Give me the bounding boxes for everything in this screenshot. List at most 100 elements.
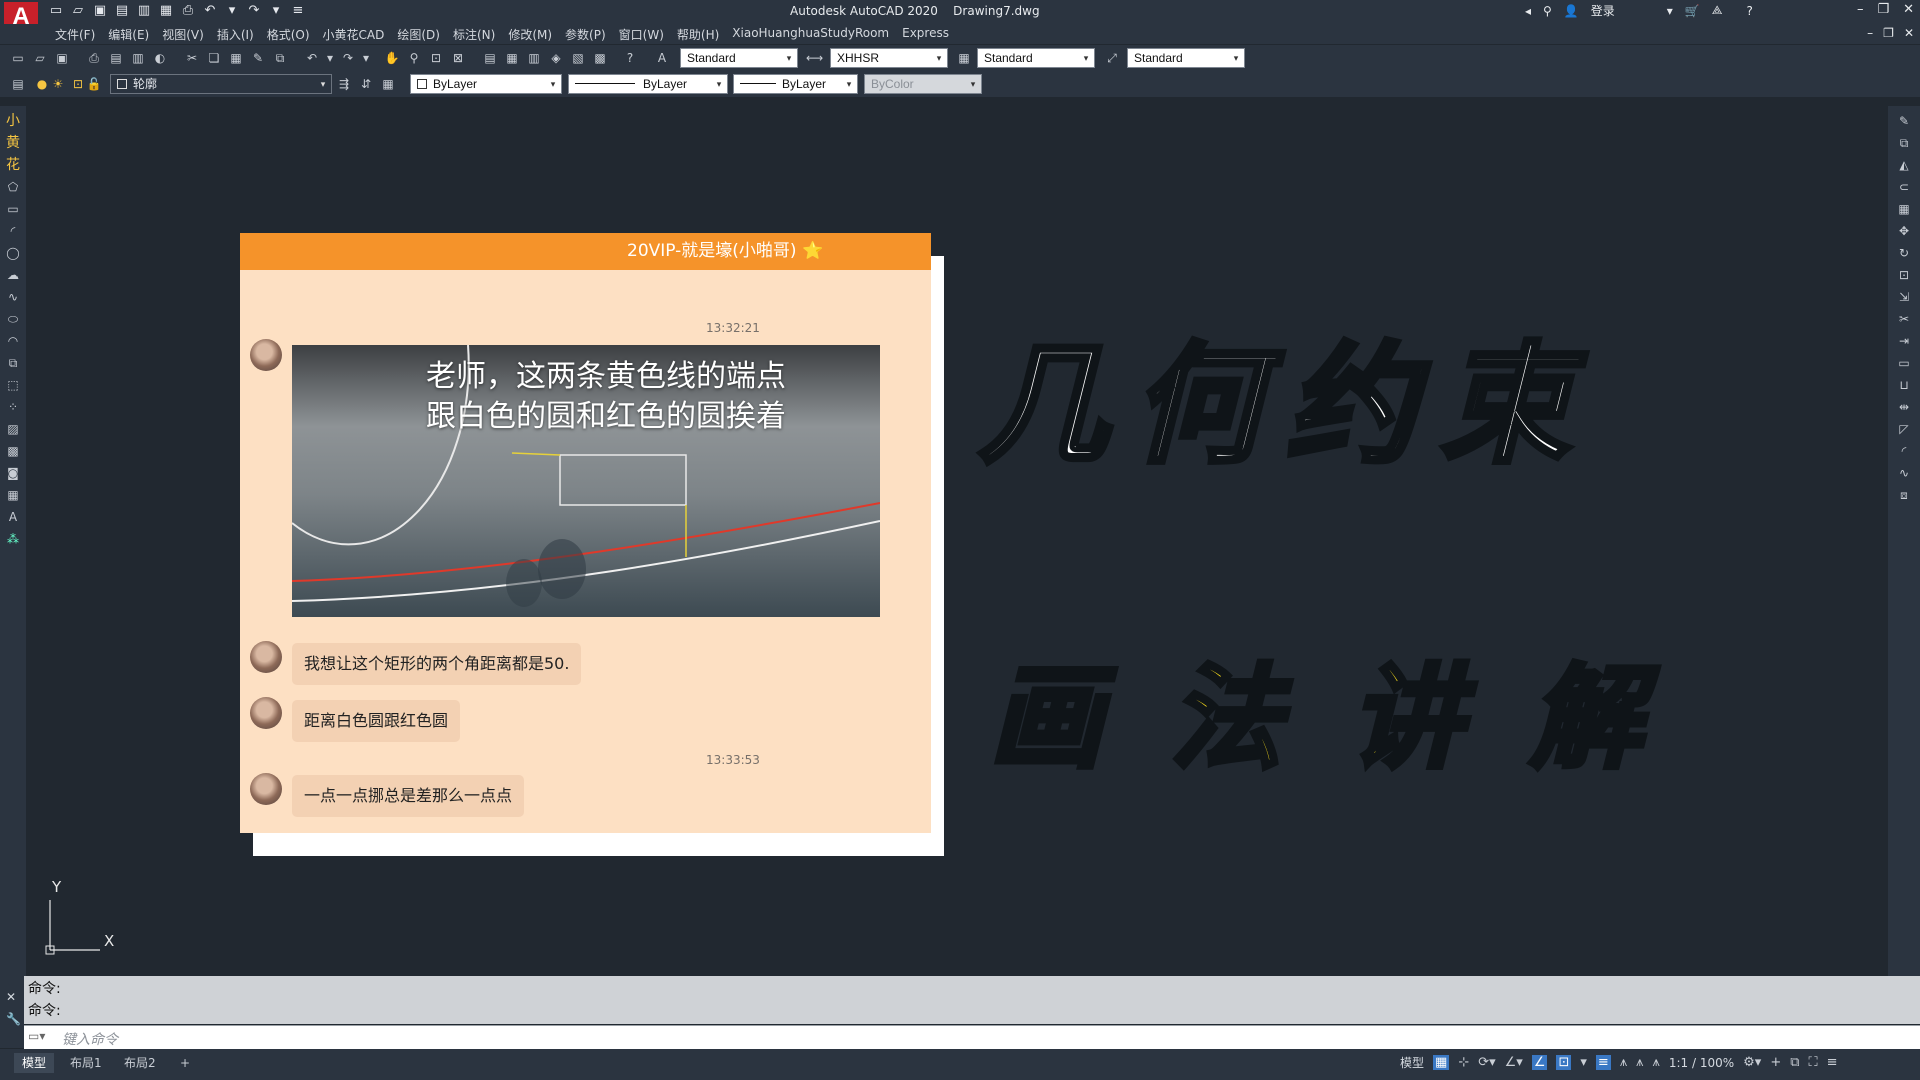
- ellipse-icon[interactable]: ⬭: [4, 310, 22, 328]
- table-icon[interactable]: ▦: [4, 486, 22, 504]
- stretch-icon[interactable]: ⇲: [1895, 288, 1913, 306]
- auto-scale-icon[interactable]: ⩚: [1653, 1055, 1660, 1070]
- redo-dropdown-icon[interactable]: ▾: [358, 50, 374, 66]
- close-icon[interactable]: ✕: [1903, 2, 1914, 17]
- linetype-select[interactable]: ByLayer ▾: [568, 74, 728, 94]
- command-input[interactable]: ▭▾ 键入命令: [24, 1025, 1920, 1049]
- join-icon[interactable]: ⇹: [1895, 398, 1913, 416]
- save-icon[interactable]: ▣: [92, 3, 108, 19]
- make-block-icon[interactable]: ⬚: [4, 376, 22, 394]
- trim-icon[interactable]: ✂: [1895, 310, 1913, 328]
- menu-insert[interactable]: 插入(I): [217, 26, 267, 43]
- grid-icon[interactable]: ▦: [1433, 1055, 1450, 1070]
- sheet-set-icon[interactable]: ◈: [548, 50, 564, 66]
- snap-mode-icon[interactable]: ⊹: [1458, 1055, 1469, 1070]
- scale-icon[interactable]: ⊡: [1895, 266, 1913, 284]
- object-snap-icon[interactable]: ⊡: [1556, 1055, 1572, 1070]
- tab-layout2[interactable]: 布局2: [116, 1053, 164, 1073]
- signin-link[interactable]: 登录: [1591, 2, 1615, 19]
- erase-icon[interactable]: ✎: [1895, 112, 1913, 130]
- markup-icon[interactable]: ▧: [570, 50, 586, 66]
- 3d-print-icon[interactable]: ◐: [152, 50, 168, 66]
- menu-xiaohuanghua-cad[interactable]: 小黄花CAD: [323, 26, 398, 43]
- menu-edit[interactable]: 编辑(E): [108, 26, 162, 43]
- point-icon[interactable]: ⁘: [4, 398, 22, 416]
- menu-modify[interactable]: 修改(M): [508, 26, 565, 43]
- hatch-icon[interactable]: ▨: [4, 420, 22, 438]
- minimize-icon[interactable]: –: [1857, 2, 1864, 17]
- hua-label[interactable]: 花: [4, 156, 22, 174]
- arc-icon[interactable]: ◜: [4, 222, 22, 240]
- infer-constraints-icon[interactable]: ⟳▾: [1478, 1055, 1495, 1070]
- mtext-icon[interactable]: A: [4, 508, 22, 526]
- layer-state-icon[interactable]: ▦: [380, 76, 396, 92]
- model-space-toggle[interactable]: 模型: [1400, 1054, 1424, 1071]
- close-command-icon[interactable]: ✕: [6, 990, 16, 1004]
- table-style-select[interactable]: Standard ▾: [977, 48, 1095, 68]
- add-layout-button[interactable]: +: [172, 1053, 198, 1073]
- block-editor-icon[interactable]: ⧉: [272, 50, 288, 66]
- plot-icon[interactable]: ⎙: [86, 50, 102, 66]
- offset-icon[interactable]: ⊂: [1895, 178, 1913, 196]
- cart-icon[interactable]: 🛒: [1685, 4, 1700, 18]
- mleader-style-select[interactable]: Standard ▾: [1127, 48, 1245, 68]
- redo-icon[interactable]: ↷: [246, 3, 262, 19]
- open-file-icon[interactable]: ▱: [70, 3, 86, 19]
- menu-dimension[interactable]: 标注(N): [453, 26, 508, 43]
- clean-screen-icon[interactable]: ⛶: [1809, 1055, 1818, 1070]
- help-icon[interactable]: ?: [622, 50, 638, 66]
- annotation-scale-value[interactable]: 1:1 / 100%: [1669, 1056, 1734, 1070]
- lineweight-select[interactable]: ByLayer ▾: [733, 74, 858, 94]
- circle-icon[interactable]: ◯: [4, 244, 22, 262]
- rectangle-icon[interactable]: ▭: [4, 200, 22, 218]
- isolate-objects-icon[interactable]: ⧉: [1790, 1055, 1799, 1070]
- polygon-icon[interactable]: ⬠: [4, 178, 22, 196]
- annotation-visibility-icon[interactable]: ⩚: [1636, 1055, 1643, 1070]
- annotation-monitor-icon[interactable]: +: [1770, 1055, 1781, 1070]
- polar-tracking-icon[interactable]: ∠▾: [1505, 1055, 1523, 1070]
- dim-style-select[interactable]: XHHSR ▾: [830, 48, 948, 68]
- zoom-previous-icon[interactable]: ⊠: [450, 50, 466, 66]
- menu-help[interactable]: 帮助(H): [677, 26, 732, 43]
- zoom-realtime-icon[interactable]: ⚲: [406, 50, 422, 66]
- xiao-label[interactable]: 小: [4, 112, 22, 130]
- autodesk-app-icon[interactable]: ⟁: [1712, 3, 1723, 18]
- blend-curves-icon[interactable]: ∿: [1895, 464, 1913, 482]
- layer-select[interactable]: 轮廓 ▾: [110, 74, 332, 94]
- customize-status-icon[interactable]: ≡: [1827, 1055, 1838, 1070]
- text-style-icon[interactable]: A: [654, 50, 670, 66]
- new-file-icon[interactable]: ▭: [48, 3, 64, 19]
- undo-icon[interactable]: ↶: [304, 50, 320, 66]
- insert-block-icon[interactable]: ⧉: [4, 354, 22, 372]
- doc-minimize-icon[interactable]: –: [1867, 26, 1873, 40]
- customize-qat-icon[interactable]: ≡: [290, 3, 306, 19]
- dropdown-icon[interactable]: ▾: [224, 3, 240, 19]
- zoom-window-icon[interactable]: ⊡: [428, 50, 444, 66]
- region-icon[interactable]: ◙: [4, 464, 22, 482]
- dim-style-icon[interactable]: ⟷: [806, 50, 823, 66]
- rotate-icon[interactable]: ↻: [1895, 244, 1913, 262]
- add-selected-icon[interactable]: ⁂: [4, 530, 22, 548]
- doc-close-icon[interactable]: ✕: [1904, 26, 1914, 40]
- menu-express[interactable]: Express: [902, 26, 962, 43]
- cut-icon[interactable]: ✂: [184, 50, 200, 66]
- menu-parametric[interactable]: 参数(P): [565, 26, 619, 43]
- extend-icon[interactable]: ⇥: [1895, 332, 1913, 350]
- workspace-gear-icon[interactable]: ⚙▾: [1743, 1055, 1761, 1070]
- copy-object-icon[interactable]: ⧉: [1895, 134, 1913, 152]
- tab-layout1[interactable]: 布局1: [62, 1053, 110, 1073]
- print-icon[interactable]: ⎙: [180, 3, 196, 19]
- layer-on-icon[interactable]: ●: [34, 76, 50, 92]
- tool-palettes-icon[interactable]: ▥: [526, 50, 542, 66]
- dropdown-icon[interactable]: ▾: [268, 3, 284, 19]
- move-icon[interactable]: ✥: [1895, 222, 1913, 240]
- redo-icon[interactable]: ↷: [340, 50, 356, 66]
- revision-cloud-icon[interactable]: ☁: [4, 266, 22, 284]
- plot-preview-icon[interactable]: ▤: [108, 50, 124, 66]
- undo-icon[interactable]: ↶: [202, 3, 218, 19]
- command-line-grip[interactable]: ✕ 🔧: [0, 976, 24, 1048]
- doc-restore-icon[interactable]: ❐: [1883, 26, 1894, 40]
- publish-icon[interactable]: ▥: [130, 50, 146, 66]
- ellipse-arc-icon[interactable]: ◠: [4, 332, 22, 350]
- explode-icon[interactable]: ⧈: [1895, 486, 1913, 504]
